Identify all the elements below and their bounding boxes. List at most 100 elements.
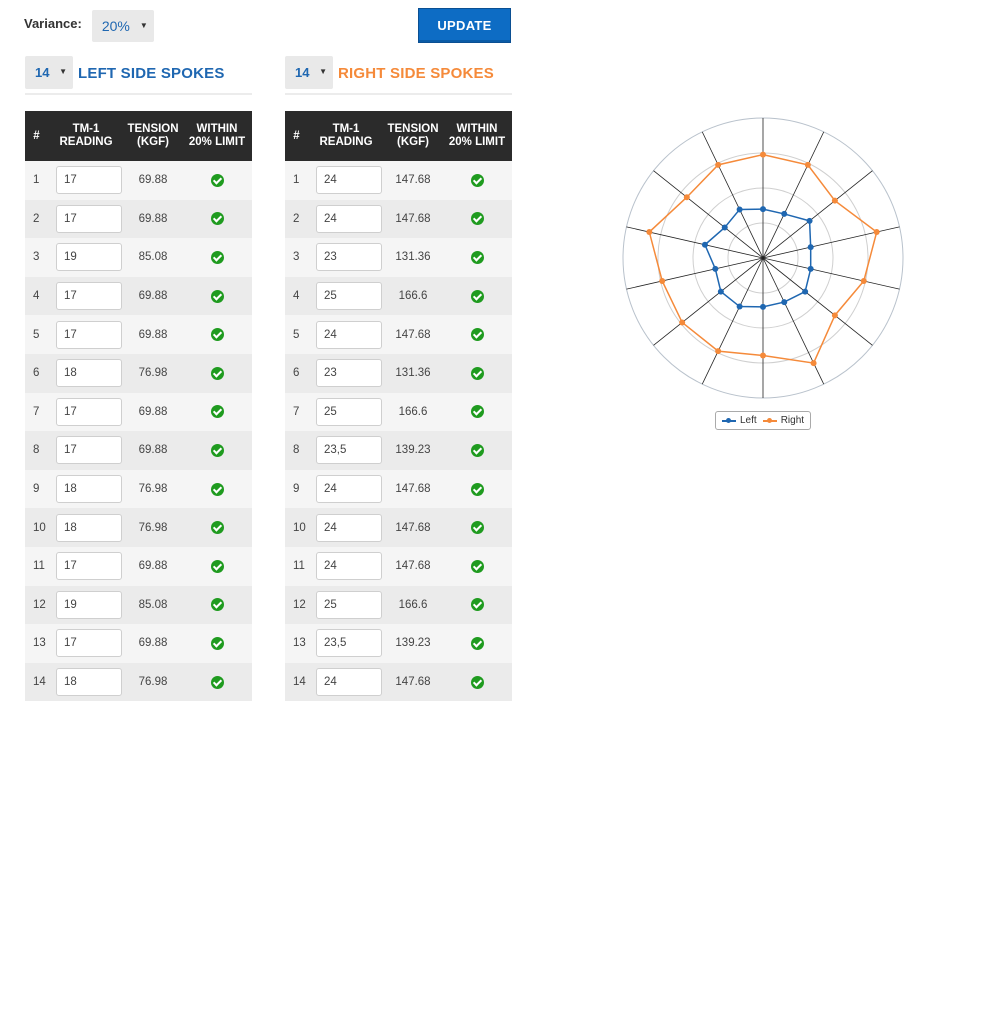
reading-input[interactable]: [316, 359, 382, 388]
table-row: 11 147.68: [285, 546, 512, 586]
tension-value: 76.98: [138, 521, 168, 534]
tension-value: 69.88: [138, 637, 168, 650]
tension-value: 69.88: [138, 212, 168, 225]
reading-input[interactable]: [316, 436, 382, 465]
radar-point-left: [760, 303, 766, 310]
spoke-number: 5: [33, 328, 40, 341]
tension-value: 69.88: [138, 290, 168, 303]
table-row: 1 147.68: [285, 161, 512, 200]
reading-input[interactable]: [56, 590, 122, 619]
spoke-number: 12: [293, 598, 306, 611]
reading-input[interactable]: [56, 282, 122, 311]
reading-cell: [48, 315, 124, 354]
check-circle-icon: [470, 405, 484, 419]
radar-point-right: [659, 278, 666, 285]
table-row: 269.88: [25, 199, 252, 239]
legend-item-right[interactable]: Right: [762, 415, 805, 426]
spoke-number: 13: [293, 637, 306, 650]
reading-input[interactable]: [316, 282, 382, 311]
reading-input[interactable]: [56, 668, 122, 697]
col-within-limit: WITHIN 20% LIMIT: [442, 111, 512, 161]
check-circle-icon: [210, 212, 224, 226]
radar-point-left: [781, 210, 788, 217]
spoke-number: 7: [33, 405, 40, 418]
check-circle-icon: [210, 636, 224, 650]
reading-input[interactable]: [316, 552, 382, 581]
reading-input[interactable]: [316, 629, 382, 658]
spoke-number: 4: [293, 290, 300, 303]
within-limit-cell: [182, 470, 252, 509]
reading-cell: [48, 470, 124, 509]
right-spoke-table: # TM-1 READING TENSION (KGF) WITHIN 20% …: [285, 111, 512, 702]
tension-radar-chart: [620, 115, 910, 435]
check-circle-icon: [210, 328, 224, 342]
radar-axis-line: [762, 170, 873, 259]
reading-input[interactable]: [56, 629, 122, 658]
reading-input[interactable]: [316, 243, 382, 272]
table-row: 8 139.23: [285, 431, 512, 470]
reading-input[interactable]: [56, 243, 122, 272]
reading-input[interactable]: [56, 552, 122, 581]
radar-point-right: [646, 229, 653, 236]
variance-select[interactable]: 20% ▼: [91, 10, 154, 42]
reading-input[interactable]: [316, 397, 382, 426]
reading-cell: [308, 238, 384, 277]
reading-input[interactable]: [316, 475, 382, 504]
reading-cell: [308, 315, 384, 354]
left-side-panel: 14 ▼ LEFT SIDE SPOKES # TM-1 READING TEN…: [25, 56, 252, 702]
reading-input[interactable]: [316, 204, 382, 233]
table-row: 12 85.08: [25, 585, 252, 625]
reading-input[interactable]: [56, 475, 122, 504]
check-circle-icon: [210, 405, 224, 419]
reading-input[interactable]: [316, 513, 382, 542]
radar-point-left: [807, 265, 814, 272]
left-side-title: LEFT SIDE SPOKES: [78, 65, 225, 82]
reading-cell: [308, 624, 384, 663]
tension-value: 139.23: [395, 637, 431, 650]
legend-item-left[interactable]: Left: [722, 415, 757, 426]
tension-value: 147.68: [395, 212, 431, 225]
radar-chart-svg: [622, 117, 904, 399]
tension-value: 85.08: [138, 251, 168, 264]
radar-point-right: [831, 197, 838, 204]
within-limit-cell: [442, 277, 512, 316]
within-limit-cell: [442, 161, 512, 200]
reading-input[interactable]: [56, 436, 122, 465]
reading-input[interactable]: [316, 590, 382, 619]
chart-legend: Left Right: [715, 411, 812, 430]
radar-point-left: [781, 299, 788, 306]
within-limit-cell: [442, 547, 512, 586]
radar-axis-line: [653, 257, 764, 346]
within-limit-cell: [442, 431, 512, 470]
table-row: 7 166.6: [285, 392, 512, 432]
spoke-number: 3: [293, 251, 300, 264]
reading-input[interactable]: [316, 166, 382, 195]
reading-input[interactable]: [56, 397, 122, 426]
left-count-select[interactable]: 14 ▼: [25, 56, 73, 89]
reading-cell: [308, 277, 384, 316]
legend-label-right: Right: [780, 415, 805, 426]
reading-input[interactable]: [316, 320, 382, 349]
right-count-select[interactable]: 14 ▼: [285, 56, 333, 89]
table-row: 14 76.98: [25, 662, 252, 702]
within-limit-cell: [182, 354, 252, 393]
within-limit-cell: [182, 238, 252, 277]
reading-input[interactable]: [316, 668, 382, 697]
radar-point-right: [683, 194, 690, 201]
reading-input[interactable]: [56, 513, 122, 542]
radar-axis-line: [762, 131, 825, 259]
radar-point-right: [860, 278, 867, 285]
col-tension: TENSION (KGF): [384, 111, 442, 161]
reading-cell: [48, 277, 124, 316]
reading-cell: [308, 470, 384, 509]
reading-input[interactable]: [56, 204, 122, 233]
reading-input[interactable]: [56, 320, 122, 349]
reading-cell: [308, 663, 384, 702]
reading-input[interactable]: [56, 166, 122, 195]
reading-input[interactable]: [56, 359, 122, 388]
reading-cell: [48, 586, 124, 625]
reading-cell: [308, 393, 384, 432]
update-button[interactable]: UPDATE: [418, 8, 511, 43]
radar-axis-line: [626, 257, 764, 290]
right-count-value: 14: [295, 65, 310, 80]
